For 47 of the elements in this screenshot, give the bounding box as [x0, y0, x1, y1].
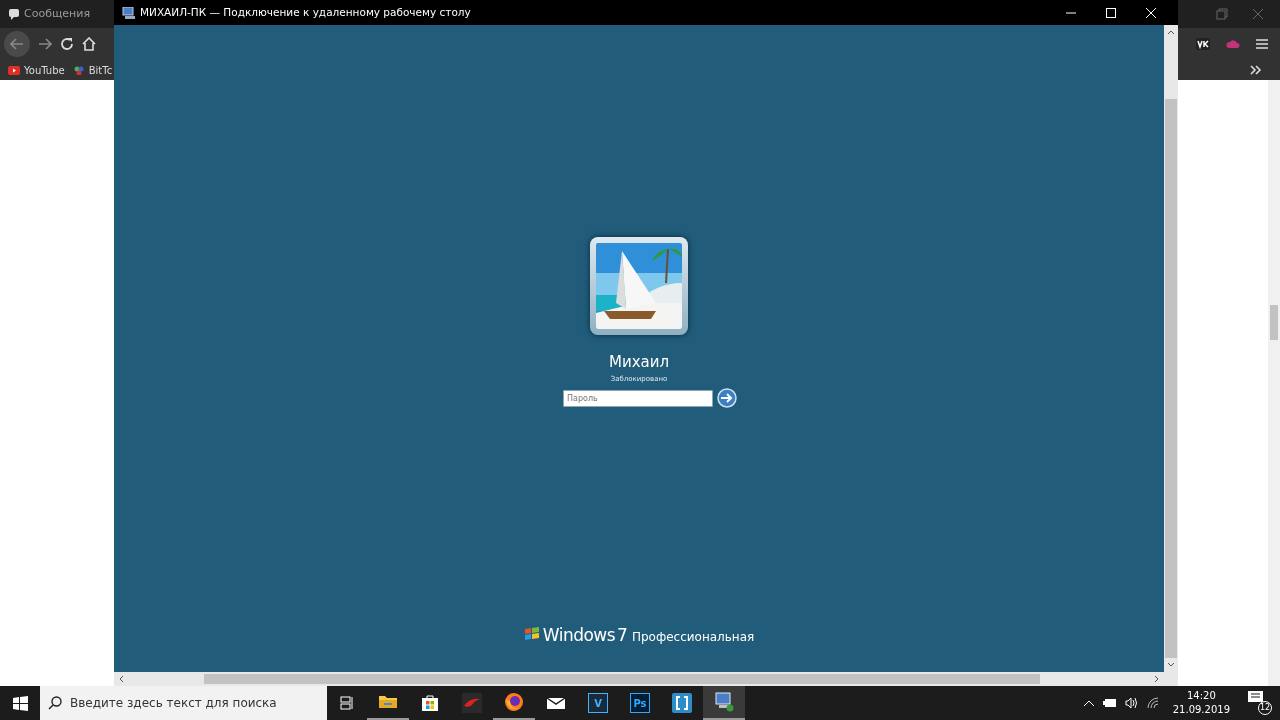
- back-icon: [10, 38, 24, 50]
- user-name: Михаил: [608, 352, 670, 373]
- forward-icon[interactable]: [38, 38, 52, 50]
- back-button[interactable]: [4, 31, 30, 57]
- scrollbar[interactable]: [1268, 80, 1280, 686]
- arrow-button[interactable]: [717, 388, 737, 408]
- battery-icon[interactable]: [1102, 698, 1117, 708]
- torrent-icon: [72, 65, 85, 75]
- search-icon: [48, 696, 62, 710]
- vegas-icon[interactable]: V: [588, 693, 608, 713]
- reload-icon[interactable]: [60, 37, 74, 51]
- edition-name: Профессиональная: [631, 628, 755, 646]
- chat-icon: [8, 8, 20, 20]
- count-badge: 12: [1258, 701, 1272, 715]
- password-field[interactable]: Пароль: [563, 389, 713, 407]
- speaker-icon[interactable]: [1124, 697, 1139, 709]
- vk-icon[interactable]: [1196, 38, 1210, 50]
- wifi-icon[interactable]: [1146, 697, 1161, 709]
- youtube-icon: [8, 65, 20, 75]
- notifications-button[interactable]: 12: [1248, 691, 1272, 715]
- menu-icon[interactable]: [1256, 39, 1268, 49]
- tab-title[interactable]: Сообщения: [24, 5, 90, 23]
- scrollbar[interactable]: [114, 672, 1178, 686]
- message-icon: [1248, 691, 1264, 705]
- chevron-icon[interactable]: [1250, 65, 1262, 75]
- remote-desktop-icon[interactable]: [714, 692, 734, 712]
- shopping-bag-icon[interactable]: [420, 693, 440, 713]
- cloud-icon[interactable]: [1226, 39, 1240, 49]
- dragon-icon[interactable]: [462, 693, 482, 713]
- home-icon[interactable]: [82, 37, 96, 51]
- window-title: МИХАИЛ-ПК — Подключение к удаленному рабочему столу: [140, 4, 471, 20]
- bookmark[interactable]: YouTube: [8, 62, 65, 78]
- bookmark[interactable]: BitTc: [72, 62, 113, 78]
- chevron-up-icon[interactable]: [1082, 699, 1095, 707]
- product-name: Windows: [542, 623, 616, 647]
- task-view-icon[interactable]: [340, 696, 354, 710]
- scrollbar[interactable]: [1164, 25, 1178, 672]
- maximize-icon[interactable]: [1106, 7, 1116, 18]
- computer-icon: [122, 6, 136, 19]
- firefox-icon[interactable]: [504, 692, 524, 712]
- windows-flag-icon: [523, 626, 540, 641]
- version-number: 7: [617, 623, 628, 647]
- photoshop-icon[interactable]: Ps: [630, 693, 650, 713]
- start-icon[interactable]: [12, 695, 28, 711]
- search-field[interactable]: Введите здесь текст для поиска: [40, 686, 327, 720]
- clock[interactable]: 14:20 21.09.2019: [1168, 689, 1234, 717]
- brackets-icon[interactable]: [672, 693, 692, 713]
